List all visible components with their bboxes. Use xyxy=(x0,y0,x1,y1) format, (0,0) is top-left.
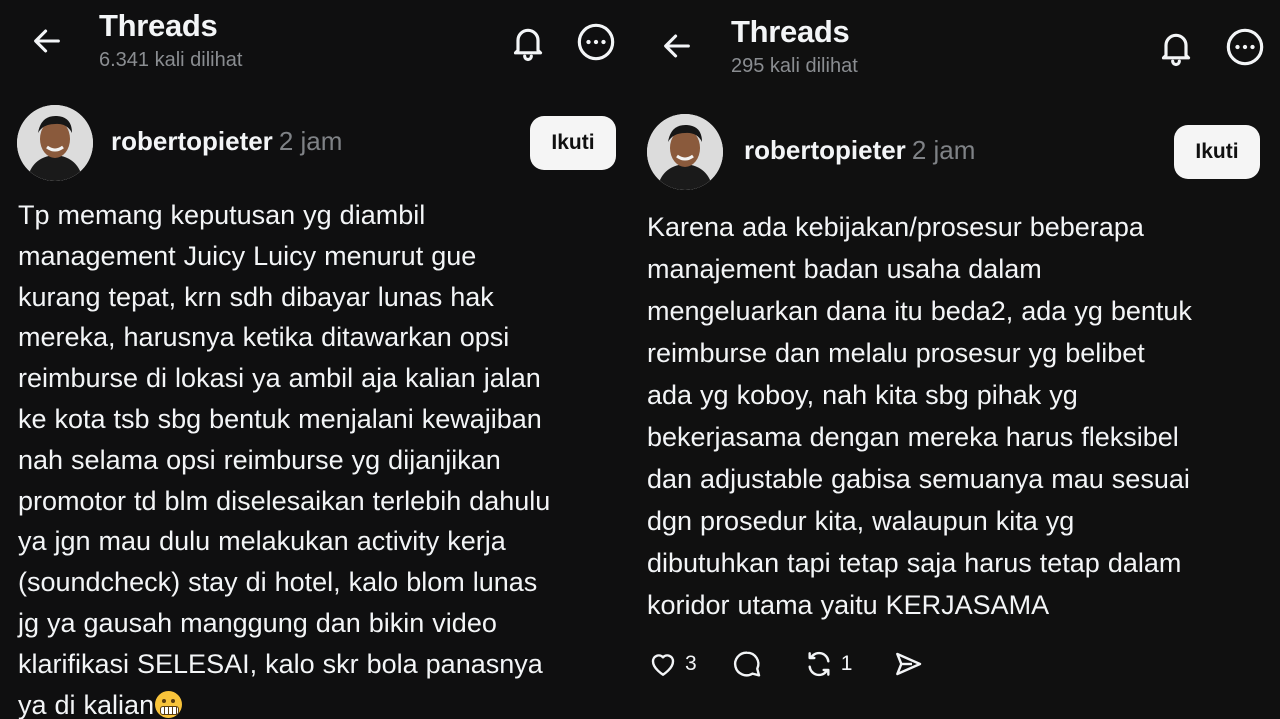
comment-icon xyxy=(733,651,760,677)
grimacing-face-emoji-icon xyxy=(155,690,183,718)
view-count: 6.341 kali dilihat xyxy=(99,49,243,71)
avatar[interactable] xyxy=(17,105,93,181)
post-time: 2 jam xyxy=(278,126,343,156)
username[interactable]: robertopieter xyxy=(744,135,906,165)
post-author-line: robertopieter 2 jam xyxy=(744,135,975,166)
post-author-line: robertopieter 2 jam xyxy=(111,126,342,157)
comment-button[interactable] xyxy=(731,648,763,680)
post-actions: 3 1 xyxy=(647,648,924,680)
like-button[interactable]: 3 xyxy=(647,648,697,680)
page-title: Threads xyxy=(731,14,850,49)
view-count: 295 kali dilihat xyxy=(731,55,858,77)
repost-icon xyxy=(808,651,830,677)
thread-screenshot-left: Threads 6.341 kali dilihat robertopieter… xyxy=(0,0,640,719)
bell-icon[interactable] xyxy=(1156,27,1196,67)
post-time: 2 jam xyxy=(911,135,976,165)
back-arrow-icon[interactable] xyxy=(30,24,64,58)
like-count: 3 xyxy=(685,652,697,675)
page-title: Threads xyxy=(99,8,218,43)
post-text: Karena ada kebijakan/prosesur beberapa m… xyxy=(647,212,1192,620)
follow-button[interactable]: Ikuti xyxy=(1174,125,1260,179)
post-text: Tp memang keputusan yg diambil managemen… xyxy=(18,195,630,719)
share-button[interactable] xyxy=(892,648,924,680)
heart-icon xyxy=(651,654,675,676)
repost-button[interactable]: 1 xyxy=(803,648,853,680)
share-icon xyxy=(896,652,922,676)
avatar[interactable] xyxy=(647,114,723,190)
more-icon[interactable] xyxy=(1225,27,1265,67)
repost-count: 1 xyxy=(840,652,853,675)
follow-button[interactable]: Ikuti xyxy=(530,116,616,170)
back-arrow-icon[interactable] xyxy=(660,29,694,63)
username[interactable]: robertopieter xyxy=(111,126,273,156)
thread-screenshot-right: Threads 295 kali dilihat robertopieter 2 … xyxy=(640,0,1280,719)
post-text-content: Tp memang keputusan yg diambil managemen… xyxy=(18,200,551,719)
bell-icon[interactable] xyxy=(508,22,548,62)
more-icon[interactable] xyxy=(576,22,616,62)
